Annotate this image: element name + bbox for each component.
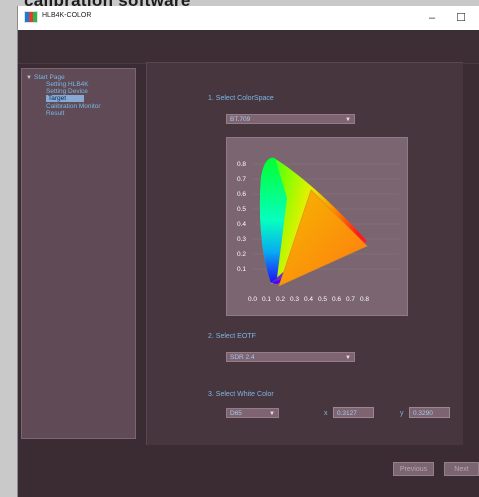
menu-bar <box>18 30 479 64</box>
eotf-value: SDR 2.4 <box>230 354 255 361</box>
svg-text:0.6: 0.6 <box>237 191 246 198</box>
svg-text:0.5: 0.5 <box>318 296 327 303</box>
maximize-button[interactable]: ☐ <box>450 8 472 28</box>
colorspace-value: BT.709 <box>230 116 251 123</box>
tree-item-setting-device[interactable]: Setting Device <box>46 88 88 95</box>
colorspace-select[interactable]: BT.709 ▼ <box>226 114 355 124</box>
dropdown-arrow-icon: ▼ <box>345 355 351 361</box>
svg-text:0.4: 0.4 <box>237 221 246 228</box>
svg-text:0.7: 0.7 <box>346 296 355 303</box>
svg-text:0.7: 0.7 <box>237 176 246 183</box>
navigation-tree: ▼ Start Page Setting HLB4K Setting Devic… <box>21 68 136 439</box>
white-color-select[interactable]: D65 ▼ <box>226 408 279 418</box>
colorspace-label: 1. Select ColorSpace <box>208 95 274 102</box>
minimize-button[interactable]: – <box>421 8 443 28</box>
window-title: HLB4K-COLOR <box>42 12 92 19</box>
tree-expand-icon[interactable]: ▼ <box>26 75 32 81</box>
next-button[interactable]: Next <box>444 462 479 476</box>
dropdown-arrow-icon: ▼ <box>269 411 275 417</box>
tree-item-target[interactable]: Target <box>46 95 85 102</box>
svg-text:0.5: 0.5 <box>237 206 246 213</box>
svg-text:0.3: 0.3 <box>290 296 299 303</box>
tree-item-calibration-monitor[interactable]: Calibration Monitor <box>46 103 101 110</box>
tree-item-setting-hlb4k[interactable]: Setting HLB4K <box>46 81 89 88</box>
y-coordinate-input[interactable]: 0.3290 <box>409 407 450 418</box>
eotf-label: 2. Select EOTF <box>208 333 256 340</box>
title-bar: HLB4K-COLOR – ☐ <box>18 6 479 30</box>
dropdown-arrow-icon: ▼ <box>345 117 351 123</box>
svg-text:0.8: 0.8 <box>360 296 369 303</box>
cie-chromaticity-chart: 0.8 0.7 0.6 0.5 0.4 0.3 0.2 0.1 0.0 0.1 … <box>226 137 408 316</box>
svg-text:0.4: 0.4 <box>304 296 313 303</box>
y-coordinate-label: y <box>400 410 404 417</box>
tree-item-start-page[interactable]: Start Page <box>34 74 65 81</box>
svg-text:0.1: 0.1 <box>262 296 271 303</box>
svg-text:0.6: 0.6 <box>332 296 341 303</box>
app-logo-icon <box>24 11 38 23</box>
x-coordinate-label: x <box>324 410 328 417</box>
svg-text:0.0: 0.0 <box>248 296 257 303</box>
svg-text:0.1: 0.1 <box>237 266 246 273</box>
y-axis-ticks: 0.8 0.7 0.6 0.5 0.4 0.3 0.2 0.1 <box>237 161 246 273</box>
white-color-label: 3. Select White Color <box>208 391 274 398</box>
svg-text:0.2: 0.2 <box>237 251 246 258</box>
cie-diagram: 0.8 0.7 0.6 0.5 0.4 0.3 0.2 0.1 0.0 0.1 … <box>237 146 399 303</box>
white-color-value: D65 <box>230 410 242 417</box>
previous-button[interactable]: Previous <box>393 462 434 476</box>
svg-text:0.2: 0.2 <box>276 296 285 303</box>
eotf-select[interactable]: SDR 2.4 ▼ <box>226 352 355 362</box>
tree-item-result[interactable]: Result <box>46 110 64 117</box>
x-coordinate-input[interactable]: 0.3127 <box>333 407 374 418</box>
x-axis-ticks: 0.0 0.1 0.2 0.3 0.4 0.5 0.6 0.7 0.8 <box>248 296 369 303</box>
svg-text:0.3: 0.3 <box>237 236 246 243</box>
svg-text:0.8: 0.8 <box>237 161 246 168</box>
